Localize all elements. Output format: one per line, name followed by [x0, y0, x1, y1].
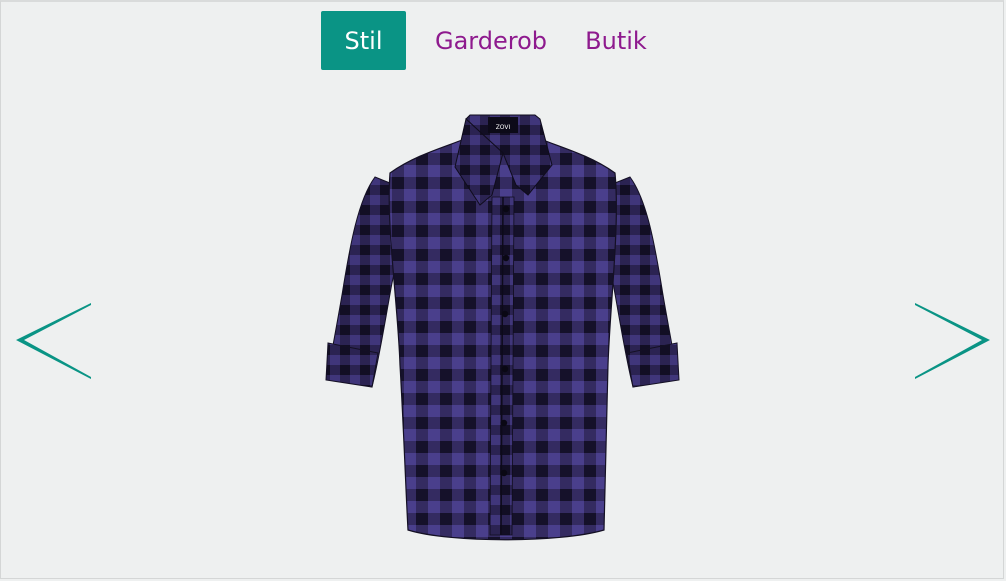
tab-stil[interactable]: Stil: [321, 11, 406, 70]
next-button[interactable]: [914, 302, 992, 380]
chevron-left-icon: [16, 303, 91, 379]
chevron-right-icon: [915, 303, 990, 379]
prev-button[interactable]: [14, 302, 92, 380]
product-image-shirt: ZOVI: [325, 114, 680, 541]
tab-butik[interactable]: Butik: [576, 11, 656, 70]
tab-bar: Stil Garderob Butik: [321, 11, 656, 70]
tab-garderob[interactable]: Garderob: [406, 11, 576, 70]
brand-label: ZOVI: [496, 124, 511, 131]
